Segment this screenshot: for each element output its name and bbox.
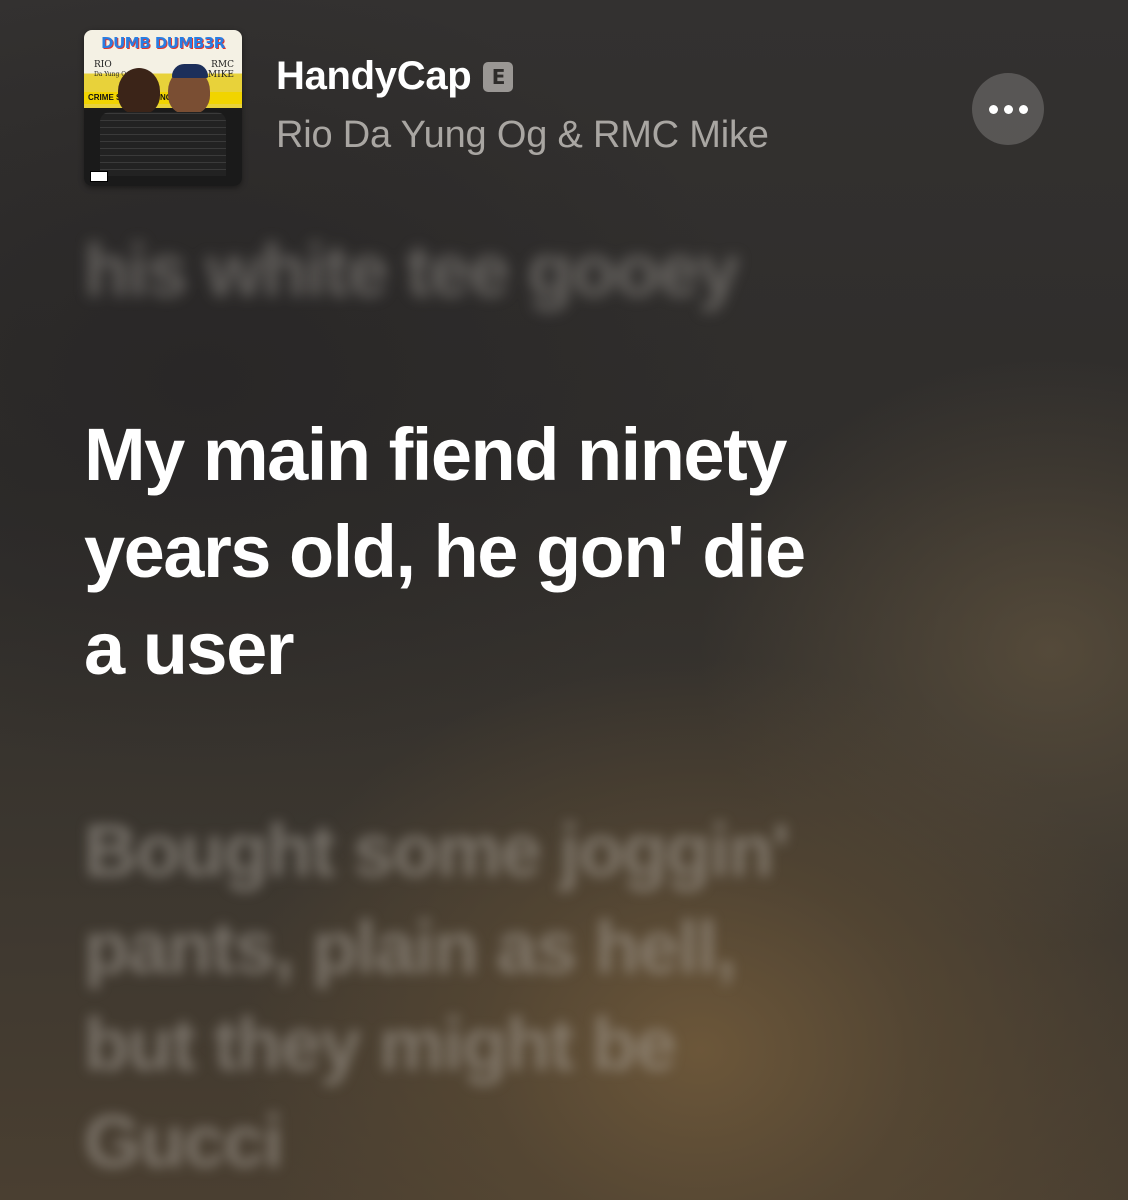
album-art-right-name: RMC MIKE [208,60,234,80]
album-artwork[interactable]: DUMB DUMB3R RIO Da Yung Og RMC MIKE CRIM… [84,30,242,186]
ellipsis-icon [1003,104,1013,114]
song-title[interactable]: HandyCap [276,54,472,99]
more-options-button[interactable] [972,73,1044,145]
album-art-right-name-text: RMC [211,60,234,70]
album-art-cap [172,64,208,78]
lyric-line-current[interactable]: My main fiend ninety years old, he gon' … [84,406,806,697]
now-playing-header: DUMB DUMB3R RIO Da Yung Og RMC MIKE CRIM… [84,30,1064,190]
album-art-left-name-text: RIO [94,60,112,70]
album-art-title: DUMB DUMB3R [101,34,225,52]
ellipsis-icon [1018,104,1028,114]
album-art-right-sub: MIKE [207,70,234,80]
album-art-person-left [118,68,160,114]
ellipsis-icon [988,104,998,114]
album-art-crime-tape: CRIME SCENE DO NOT CROSS [84,92,242,104]
explicit-icon: E [483,61,514,92]
lyric-line-previous[interactable]: his white tee gooey [84,222,738,322]
album-art-shirts [100,112,226,176]
lyric-line-next[interactable]: Bought some joggin' pants, plain as hell… [84,802,790,1190]
parental-advisory-icon [90,171,108,182]
song-title-row[interactable]: HandyCap E [276,54,514,99]
artist-name[interactable]: Rio Da Yung Og & RMC Mike [276,114,769,157]
